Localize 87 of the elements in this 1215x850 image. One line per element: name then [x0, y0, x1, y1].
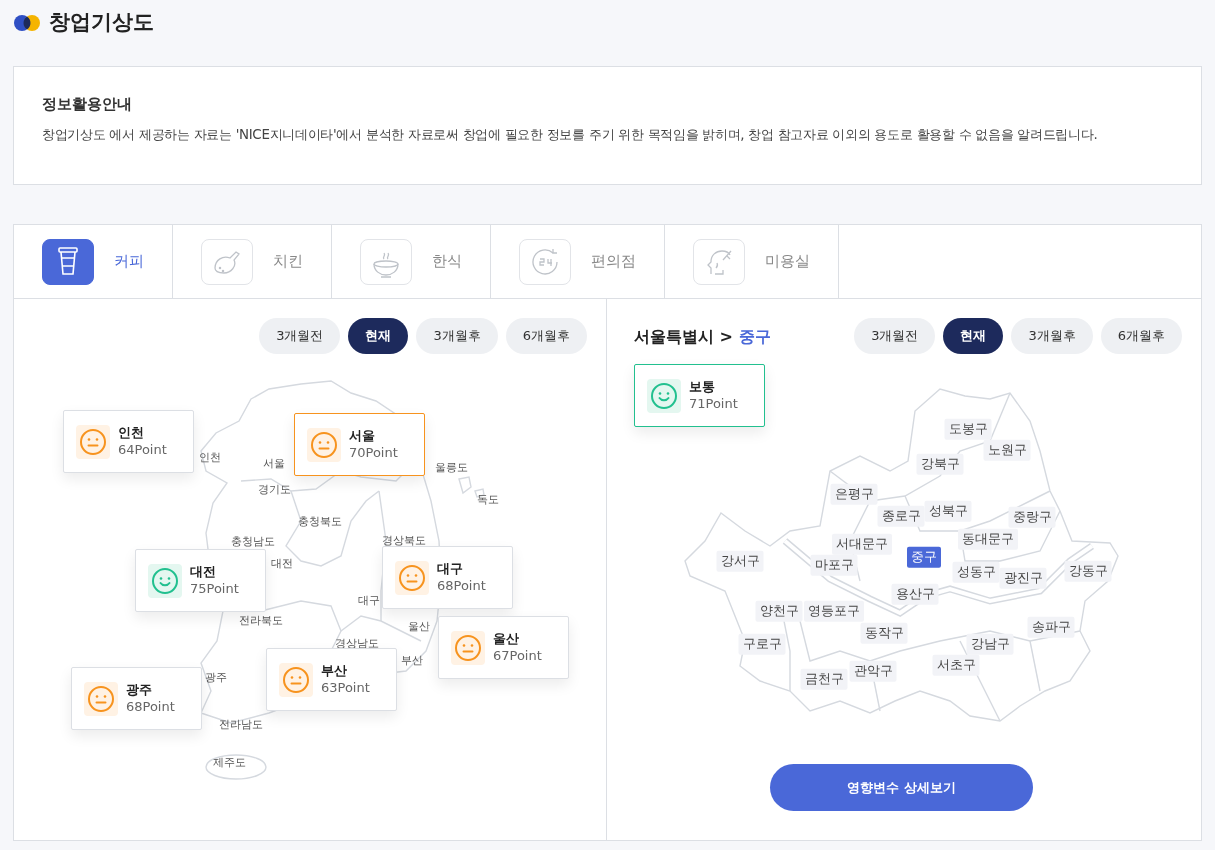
- logo-icon: [13, 14, 41, 32]
- district-label[interactable]: 광진구: [999, 567, 1047, 589]
- map-label: 전라남도: [219, 716, 263, 733]
- smile-face-icon: [150, 565, 180, 596]
- period-toggle[interactable]: 현재: [943, 318, 1004, 354]
- smile-face-icon: [649, 380, 679, 411]
- region-score: 75Point: [190, 580, 239, 598]
- region-card[interactable]: 인천 64Point: [63, 410, 194, 473]
- region-name: 인천: [118, 424, 145, 442]
- region-card[interactable]: 대구 68Point: [382, 546, 513, 609]
- district-label[interactable]: 양천구: [755, 600, 803, 622]
- map-label: 대전: [271, 555, 293, 572]
- period-toggle[interactable]: 3개월후: [416, 318, 498, 354]
- region-card[interactable]: 부산 63Point: [266, 648, 397, 711]
- region-card[interactable]: 광주 68Point: [71, 667, 202, 730]
- district-label[interactable]: 동대문구: [958, 528, 1018, 550]
- district-label[interactable]: 성동구: [952, 561, 1000, 583]
- detail-button[interactable]: 영향변수 상세보기: [770, 764, 1033, 811]
- map-label: 경기도: [257, 481, 291, 498]
- district-label[interactable]: 강남구: [966, 633, 1014, 655]
- district-label[interactable]: 마포구: [810, 554, 858, 576]
- neutral-face-icon: [309, 429, 339, 460]
- neutral-face-icon: [78, 426, 108, 457]
- map-label: 전라북도: [239, 612, 283, 629]
- region-score: 70Point: [349, 444, 398, 462]
- neutral-face-icon: [397, 562, 427, 593]
- neutral-face-icon: [453, 632, 483, 663]
- map-label: 서울: [263, 455, 285, 472]
- notice-text: 창업기상도 에서 제공하는 자료는 'NICE지니데이타'에서 분석한 자료로써 창업에 필요한 정보를 주기 위한 목적임을 밝히며, 창업 참고자료 이외의 용도로 활용할 수 없음을 알려드립니다.: [42, 126, 1099, 144]
- region-card[interactable]: 서울 70Point: [294, 413, 425, 476]
- neutral-face-icon: [281, 664, 311, 695]
- map-label: 광주: [205, 669, 227, 686]
- map-label: 울산: [408, 618, 430, 635]
- district-label[interactable]: 용산구: [891, 583, 939, 605]
- region-name: 대구: [437, 560, 464, 578]
- district-label[interactable]: 송파구: [1027, 616, 1075, 638]
- region-score: 68Point: [126, 698, 175, 716]
- region-score: 67Point: [493, 647, 542, 665]
- region-score: 71Point: [689, 395, 738, 413]
- status-card[interactable]: 보통 71Point: [634, 364, 765, 427]
- period-toggle[interactable]: 6개월후: [505, 318, 587, 354]
- district-label[interactable]: 동작구: [860, 622, 908, 644]
- region-name: 대전: [190, 563, 217, 581]
- region-card[interactable]: 울산 67Point: [438, 616, 569, 679]
- district-label[interactable]: 중구: [907, 546, 941, 568]
- period-toggle[interactable]: 6개월후: [1100, 318, 1182, 354]
- region-name: 부산: [321, 662, 348, 680]
- notice-title: 정보활용안내: [42, 95, 133, 113]
- period-toggle[interactable]: 3개월후: [1011, 318, 1093, 354]
- region-score: 63Point: [321, 679, 370, 697]
- district-label[interactable]: 강북구: [916, 453, 964, 475]
- region-name: 울산: [493, 630, 520, 648]
- district-label[interactable]: 관악구: [849, 660, 897, 682]
- district-label[interactable]: 강서구: [716, 550, 764, 572]
- map-label: 충청북도: [298, 513, 342, 530]
- region-name: 보통: [689, 378, 716, 396]
- district-label[interactable]: 중랑구: [1008, 506, 1056, 528]
- region-score: 68Point: [437, 577, 486, 595]
- district-label[interactable]: 서초구: [932, 654, 980, 676]
- district-label[interactable]: 은평구: [830, 483, 878, 505]
- district-label[interactable]: 도봉구: [944, 418, 992, 440]
- region-name: 서울: [349, 427, 376, 445]
- period-toggle[interactable]: 3개월전: [259, 318, 341, 354]
- district-label[interactable]: 노원구: [983, 439, 1031, 461]
- breadcrumb: 서울특별시 > 중구: [634, 326, 771, 348]
- map-label: 울릉도: [434, 459, 468, 476]
- map-label: 경상북도: [382, 532, 426, 549]
- district-label[interactable]: 성북구: [924, 500, 972, 522]
- district-label[interactable]: 강동구: [1064, 560, 1112, 582]
- district-label[interactable]: 구로구: [738, 633, 786, 655]
- map-label: 부산: [401, 652, 423, 669]
- district-label[interactable]: 영등포구: [804, 600, 864, 622]
- map-label: 대구: [358, 592, 380, 609]
- district-label[interactable]: 금천구: [800, 668, 848, 690]
- district-label[interactable]: 서대문구: [832, 533, 892, 555]
- neutral-face-icon: [86, 683, 116, 714]
- region-name: 광주: [126, 681, 153, 699]
- region-card[interactable]: 대전 75Point: [135, 549, 266, 612]
- region-score: 64Point: [118, 441, 167, 459]
- map-label: 독도: [477, 491, 499, 508]
- map-label: 충청남도: [231, 533, 275, 550]
- period-toggle[interactable]: 3개월전: [854, 318, 936, 354]
- period-toggle[interactable]: 현재: [348, 318, 409, 354]
- page-title: 창업기상도: [49, 9, 154, 37]
- map-label: 제주도: [212, 754, 246, 771]
- map-label: 인천: [199, 449, 221, 466]
- district-label[interactable]: 종로구: [877, 505, 925, 527]
